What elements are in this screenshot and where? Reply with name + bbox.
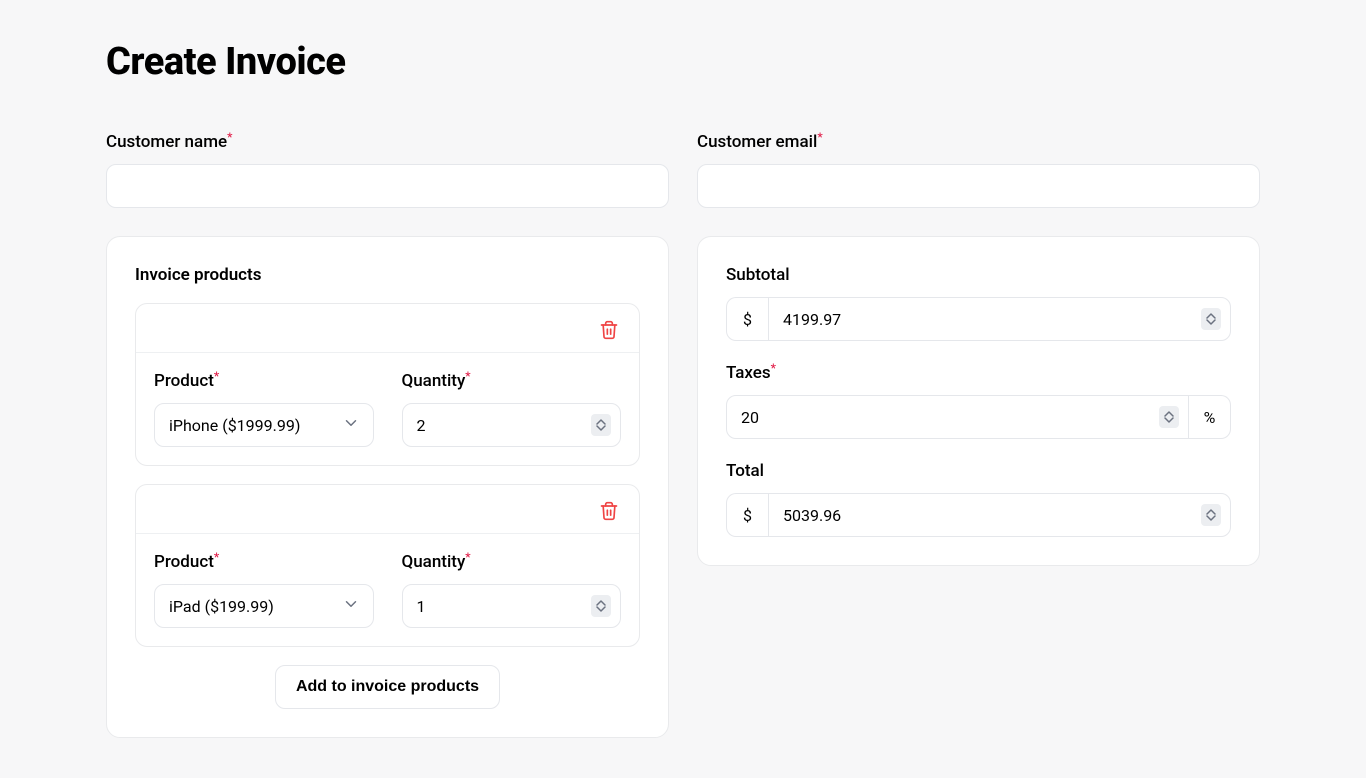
quantity-label: Quantity xyxy=(402,371,622,391)
customer-email-input[interactable] xyxy=(697,164,1260,208)
customer-name-input[interactable] xyxy=(106,164,669,208)
quantity-input[interactable]: 1 xyxy=(402,584,622,628)
quantity-input[interactable]: 2 xyxy=(402,403,622,447)
total-label: Total xyxy=(726,461,1231,481)
trash-icon[interactable] xyxy=(597,499,621,523)
product-label: Product xyxy=(154,552,374,572)
subtotal-input[interactable]: 4199.97 xyxy=(768,297,1231,341)
product-label: Product xyxy=(154,371,374,391)
subtotal-label: Subtotal xyxy=(726,265,1231,285)
taxes-input[interactable]: 20 xyxy=(726,395,1189,439)
currency-symbol: $ xyxy=(726,493,768,537)
currency-symbol: $ xyxy=(726,297,768,341)
product-select[interactable]: iPad ($199.99) xyxy=(154,584,374,628)
product-select[interactable]: iPhone ($1999.99) xyxy=(154,403,374,447)
percent-symbol: % xyxy=(1189,395,1231,439)
quantity-label: Quantity xyxy=(402,552,622,572)
product-row: Product iPad ($199.99) Quantity 1 xyxy=(135,484,640,647)
add-product-button[interactable]: Add to invoice products xyxy=(275,665,500,709)
total-input[interactable]: 5039.96 xyxy=(768,493,1231,537)
trash-icon[interactable] xyxy=(597,318,621,342)
page-title: Create Invoice xyxy=(106,40,1260,84)
taxes-label: Taxes xyxy=(726,363,1231,383)
customer-email-label: Customer email xyxy=(697,132,1260,152)
product-row: Product iPhone ($1999.99) Quantity 2 xyxy=(135,303,640,466)
invoice-products-heading: Invoice products xyxy=(135,265,640,285)
customer-name-label: Customer name xyxy=(106,132,669,152)
